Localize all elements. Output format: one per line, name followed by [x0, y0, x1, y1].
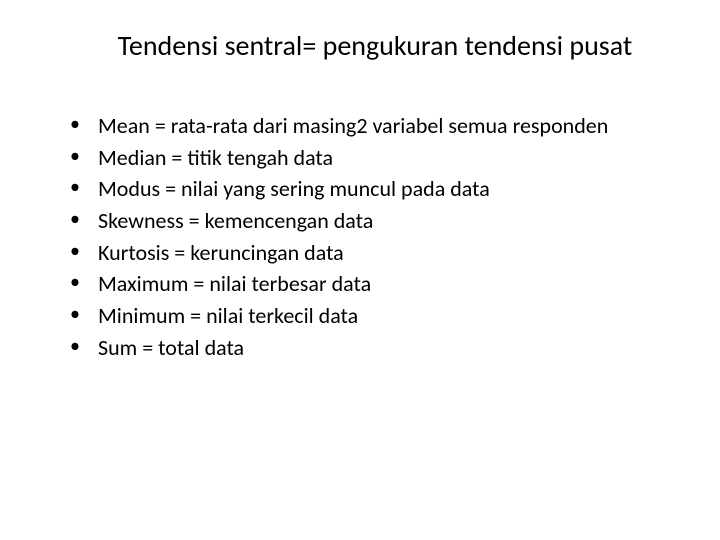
list-item: Maximum = nilai terbesar data [68, 269, 680, 299]
list-item: Minimum = nilai terkecil data [68, 301, 680, 331]
bullet-list: Mean = rata-rata dari masing2 variabel s… [40, 111, 680, 363]
list-item: Median = titik tengah data [68, 143, 680, 173]
list-item: Skewness = kemencengan data [68, 206, 680, 236]
list-item: Mean = rata-rata dari masing2 variabel s… [68, 111, 680, 141]
list-item: Kurtosis = keruncingan data [68, 238, 680, 268]
list-item: Modus = nilai yang sering muncul pada da… [68, 174, 680, 204]
slide-title: Tendensi sentral= pengukuran tendensi pu… [90, 28, 660, 63]
list-item: Sum = total data [68, 333, 680, 363]
slide-container: Tendensi sentral= pengukuran tendensi pu… [0, 0, 720, 540]
